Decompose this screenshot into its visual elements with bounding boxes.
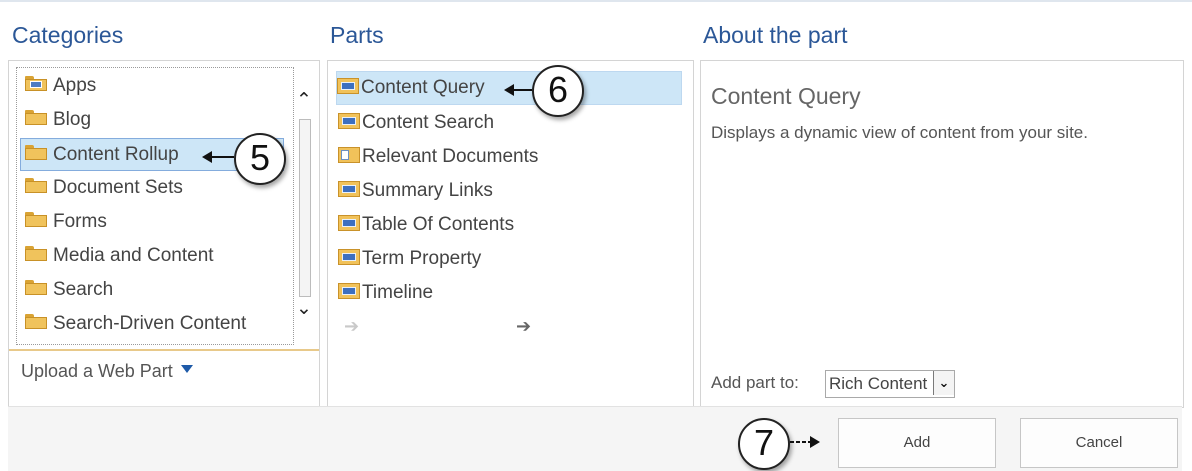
callout-arrow-line xyxy=(512,89,532,91)
category-item-forms[interactable]: Forms xyxy=(21,206,283,238)
scroll-up-icon[interactable]: ⌃ xyxy=(294,91,314,111)
add-part-to-select[interactable]: Rich Content ⌄ xyxy=(825,370,955,398)
web-part-icon xyxy=(337,77,359,94)
web-part-icon xyxy=(338,282,360,299)
part-item-relevant-documents[interactable]: Relevant Documents xyxy=(338,141,678,173)
about-heading: About the part xyxy=(703,22,848,48)
category-label: Media and Content xyxy=(53,245,214,266)
callout-arrow-line xyxy=(790,441,810,443)
callout-arrow-icon xyxy=(504,84,514,96)
categories-scrollbar[interactable]: ⌃ ⌄ xyxy=(294,67,314,343)
part-description: Displays a dynamic view of content from … xyxy=(711,123,1088,142)
add-button[interactable]: Add xyxy=(838,418,996,468)
callout-7: 7 xyxy=(738,418,790,470)
callout-arrow-line xyxy=(210,156,234,158)
about-panel: Content Query Displays a dynamic view of… xyxy=(700,60,1184,408)
previous-page-icon[interactable]: ➔ xyxy=(344,316,359,337)
part-item-term-property[interactable]: Term Property xyxy=(338,243,678,275)
part-title: Content Query xyxy=(711,83,861,109)
part-item-content-search[interactable]: Content Search xyxy=(338,107,678,139)
category-label: Content Rollup xyxy=(53,144,179,165)
callout-6: 6 xyxy=(532,65,584,117)
part-label: Timeline xyxy=(362,282,434,303)
dropdown-arrow-icon xyxy=(180,365,193,374)
upload-web-part-link[interactable]: Upload a Web Part xyxy=(21,361,193,382)
part-label: Summary Links xyxy=(362,180,493,201)
folder-icon xyxy=(25,280,47,296)
category-label: Apps xyxy=(53,75,97,96)
callout-arrow-icon xyxy=(810,436,820,448)
dialog-footer xyxy=(8,406,1182,471)
category-label: Search-Driven Content xyxy=(53,313,247,334)
folder-icon xyxy=(25,314,47,330)
web-part-icon xyxy=(338,214,360,231)
folder-icon xyxy=(25,246,47,262)
web-part-icon xyxy=(338,248,360,265)
category-item-blog[interactable]: Blog xyxy=(21,104,283,136)
parts-heading: Parts xyxy=(330,22,384,48)
part-label: Table Of Contents xyxy=(362,214,515,235)
folder-icon xyxy=(25,178,47,194)
chevron-down-icon[interactable]: ⌄ xyxy=(933,371,954,395)
categories-heading: Categories xyxy=(12,22,124,48)
scrollbar-track[interactable] xyxy=(299,119,311,297)
folder-icon xyxy=(25,145,47,161)
category-item-search-driven-content[interactable]: Search-Driven Content xyxy=(21,308,283,340)
add-part-to-value: Rich Content xyxy=(829,374,928,393)
part-item-summary-links[interactable]: Summary Links xyxy=(338,175,678,207)
part-label: Content Search xyxy=(362,112,495,133)
categories-panel: Apps Blog Content Rollup Document Sets F… xyxy=(8,60,320,408)
add-part-to-label: Add part to: xyxy=(711,373,799,392)
category-item-search[interactable]: Search xyxy=(21,274,283,306)
part-label: Content Query xyxy=(361,77,485,98)
parts-panel: Content Query Content Search Relevant Do… xyxy=(327,60,694,408)
part-item-timeline[interactable]: Timeline xyxy=(338,277,678,309)
part-label: Term Property xyxy=(362,248,482,269)
callout-5: 5 xyxy=(234,133,286,185)
upload-web-part-label: Upload a Web Part xyxy=(21,361,173,381)
part-label: Relevant Documents xyxy=(362,146,539,167)
apps-folder-icon xyxy=(25,76,47,92)
folder-icon xyxy=(25,110,47,126)
part-item-table-of-contents[interactable]: Table Of Contents xyxy=(338,209,678,241)
next-page-icon[interactable]: ➔ xyxy=(516,316,531,337)
category-label: Document Sets xyxy=(53,177,183,198)
category-label: Forms xyxy=(53,211,107,232)
folder-icon xyxy=(25,212,47,228)
categories-divider xyxy=(9,349,319,351)
category-item-apps[interactable]: Apps xyxy=(21,70,283,102)
web-part-icon xyxy=(338,180,360,197)
top-rule xyxy=(0,0,1192,2)
category-label: Search xyxy=(53,279,114,300)
document-web-part-icon xyxy=(338,146,360,163)
cancel-button[interactable]: Cancel xyxy=(1020,418,1178,468)
callout-arrow-icon xyxy=(202,151,212,163)
web-part-icon xyxy=(338,112,360,129)
categories-list: Apps Blog Content Rollup Document Sets F… xyxy=(16,67,294,345)
category-label: Blog xyxy=(53,109,92,130)
scroll-down-icon[interactable]: ⌄ xyxy=(294,299,314,319)
category-item-media-and-content[interactable]: Media and Content xyxy=(21,240,283,272)
